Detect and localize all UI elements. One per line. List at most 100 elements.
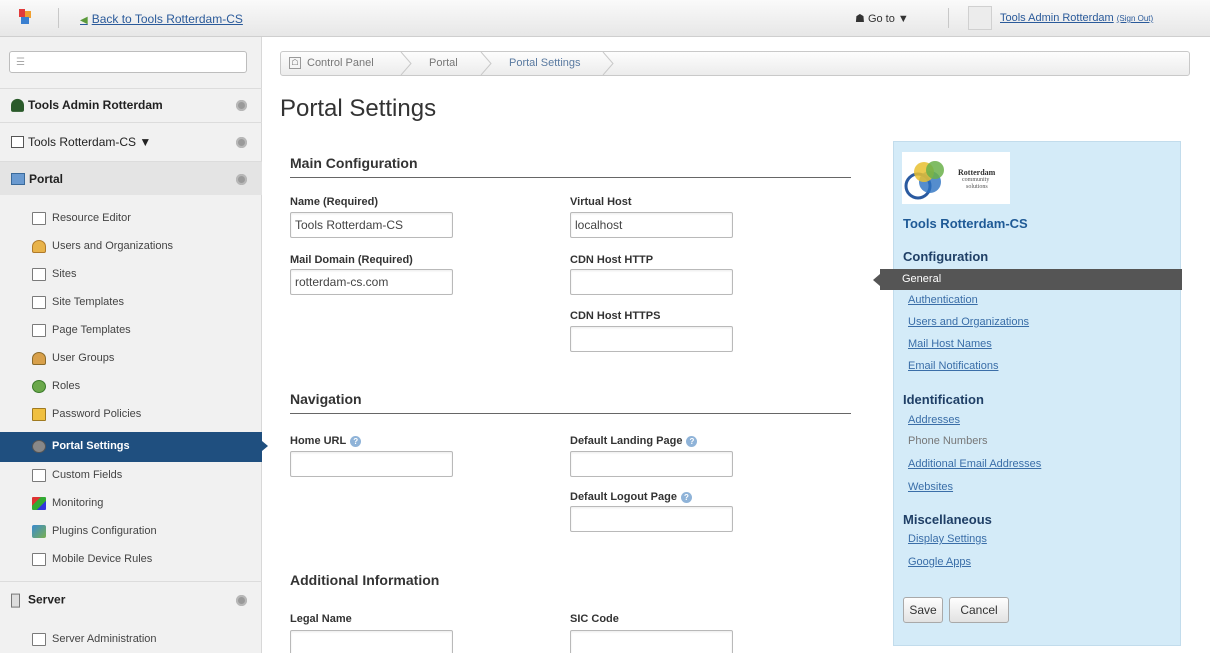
home-url-input[interactable] (290, 451, 453, 477)
sidebar-item-roles[interactable]: Roles (0, 373, 262, 401)
sidebar-item-label: Sites (52, 268, 77, 280)
default-logout-page-input[interactable] (570, 506, 733, 532)
breadcrumb-control-panel[interactable]: Control Panel (307, 57, 374, 69)
sidebar-item-mobile-device-rules[interactable]: Mobile Device Rules (0, 546, 262, 574)
sign-out-link[interactable]: (Sign Out) (1117, 14, 1153, 23)
sidebar-item-portal-settings[interactable]: Portal Settings (0, 432, 268, 462)
user-groups-icon (32, 352, 46, 365)
control-panel-icon: ☖ (289, 57, 301, 69)
identification-link-phone-numbers[interactable]: Phone Numbers (908, 435, 988, 447)
cdn-host-https-input[interactable] (570, 326, 733, 352)
sidebar-item-users-and-organizations[interactable]: Users and Organizations (0, 233, 262, 261)
legal-name-input[interactable] (290, 630, 453, 653)
general-link-label: General (902, 273, 942, 285)
miscellaneous-heading: Miscellaneous (903, 512, 992, 527)
sidebar-item-label: Custom Fields (52, 469, 123, 481)
section-additional-information: Additional Information (290, 572, 440, 588)
help-icon[interactable]: ? (686, 435, 698, 447)
user-name: Tools Admin Rotterdam (1000, 12, 1114, 24)
sidebar-portal-heading[interactable]: Portal (0, 161, 262, 195)
logo-text-line: Rotterdam (958, 168, 996, 177)
gear-icon[interactable] (236, 100, 247, 111)
sidebar-item-label: Portal Settings (52, 440, 130, 452)
sidebar-item-page-templates[interactable]: Page Templates (0, 317, 262, 345)
portal-icon (11, 173, 25, 186)
sidebar-item-password-policies[interactable]: Password Policies (0, 401, 262, 429)
sic-code-input[interactable] (570, 630, 733, 653)
config-link-email-notifications[interactable]: Email Notifications (908, 360, 998, 372)
misc-link-google-apps[interactable]: Google Apps (908, 556, 971, 568)
sidebar-site-heading[interactable]: Tools Rotterdam-CS ▼ (0, 122, 262, 160)
breadcrumb-separator-icon (480, 52, 492, 75)
identification-heading: Identification (903, 392, 984, 407)
help-icon[interactable]: ? (680, 491, 692, 503)
config-link-authentication[interactable]: Authentication (908, 294, 978, 306)
cdn-host-http-input[interactable] (570, 269, 733, 295)
default-logout-page-label: Default Logout Page? (570, 491, 692, 503)
identification-link-additional-email-addresses[interactable]: Additional Email Addresses (908, 458, 1041, 470)
identification-link-websites[interactable]: Websites (908, 481, 953, 493)
user-menu-link[interactable]: Tools Admin Rotterdam (Sign Out) (1000, 12, 1153, 24)
cdn-host-http-label: CDN Host HTTP (570, 254, 654, 266)
sidebar-server-heading[interactable]: Server (0, 581, 262, 618)
go-to-menu[interactable]: ☗ Go to ▼ (855, 12, 909, 25)
help-icon[interactable]: ? (350, 435, 362, 447)
sidebar-item-monitoring[interactable]: Monitoring (0, 490, 262, 518)
breadcrumb-separator-icon (400, 52, 412, 75)
user-heading-label: Tools Admin Rotterdam (28, 97, 163, 112)
sidebar-item-label: Roles (52, 380, 81, 392)
sidebar-item-label: Mobile Device Rules (52, 553, 153, 565)
sidebar-item-label: Site Templates (52, 296, 124, 308)
home-icon: ☗ (855, 13, 865, 25)
sidebar-item-label: Users and Organizations (52, 240, 174, 252)
breadcrumb-portal[interactable]: Portal (429, 57, 458, 69)
sidebar-item-sites[interactable]: Sites (0, 261, 262, 289)
sidebar-item-plugins-configuration[interactable]: Plugins Configuration (0, 518, 262, 546)
sidebar-item-custom-fields[interactable]: Custom Fields (0, 462, 262, 490)
config-link-general[interactable]: General (873, 269, 1182, 290)
organization-name: Tools Rotterdam-CS (903, 216, 1028, 231)
gear-icon[interactable] (236, 595, 247, 606)
name-input[interactable] (290, 212, 453, 238)
page-templates-icon (32, 324, 46, 337)
search-input[interactable]: ☰ (9, 51, 247, 73)
section-navigation: Navigation (290, 391, 851, 414)
gear-icon[interactable] (236, 136, 247, 148)
resource-editor-icon (32, 212, 46, 225)
organization-logo: Rotterdam community solutions (902, 152, 1010, 204)
mail-domain-input[interactable] (290, 269, 453, 295)
sidebar-item-label: User Groups (52, 352, 115, 364)
misc-link-display-settings[interactable]: Display Settings (908, 533, 987, 545)
logout-label-text: Default Logout Page (570, 491, 677, 503)
sidebar-item-user-groups[interactable]: User Groups (0, 345, 262, 373)
gear-icon[interactable] (236, 173, 247, 185)
sidebar-user-heading[interactable]: Tools Admin Rotterdam (0, 88, 262, 121)
config-link-users-and-organizations[interactable]: Users and Organizations (908, 316, 1029, 328)
cancel-button[interactable]: Cancel (949, 597, 1009, 623)
sidebar-item-label: Resource Editor (52, 212, 131, 224)
section-main-configuration: Main Configuration (290, 155, 851, 178)
config-link-mail-host-names[interactable]: Mail Host Names (908, 338, 992, 350)
landing-label-text: Default Landing Page (570, 435, 683, 447)
breadcrumb-portal-settings[interactable]: Portal Settings (509, 57, 581, 69)
home-url-label-text: Home URL (290, 435, 347, 447)
sidebar-item-site-templates[interactable]: Site Templates (0, 289, 262, 317)
sidebar-item-label: Monitoring (52, 497, 104, 509)
sidebar-item-server-administration[interactable]: Server Administration (0, 626, 262, 653)
portal-heading-label: Portal (29, 171, 64, 186)
avatar[interactable] (968, 6, 992, 30)
back-to-site-link[interactable]: ◀ Back to Tools Rotterdam-CS (80, 12, 243, 26)
identification-link-addresses[interactable]: Addresses (908, 414, 960, 426)
liferay-logo-icon[interactable] (18, 8, 34, 26)
server-admin-icon (32, 633, 46, 646)
site-heading-label: Tools Rotterdam-CS ▼ (28, 134, 152, 149)
virtual-host-input[interactable] (570, 212, 733, 238)
save-button[interactable]: Save (903, 597, 943, 623)
home-url-label: Home URL? (290, 435, 362, 447)
user-icon (11, 99, 24, 113)
sidebar-item-resource-editor[interactable]: Resource Editor (0, 205, 262, 233)
plugins-icon (32, 525, 46, 538)
default-landing-page-input[interactable] (570, 451, 733, 477)
site-icon (11, 136, 24, 149)
server-icon (11, 593, 20, 608)
